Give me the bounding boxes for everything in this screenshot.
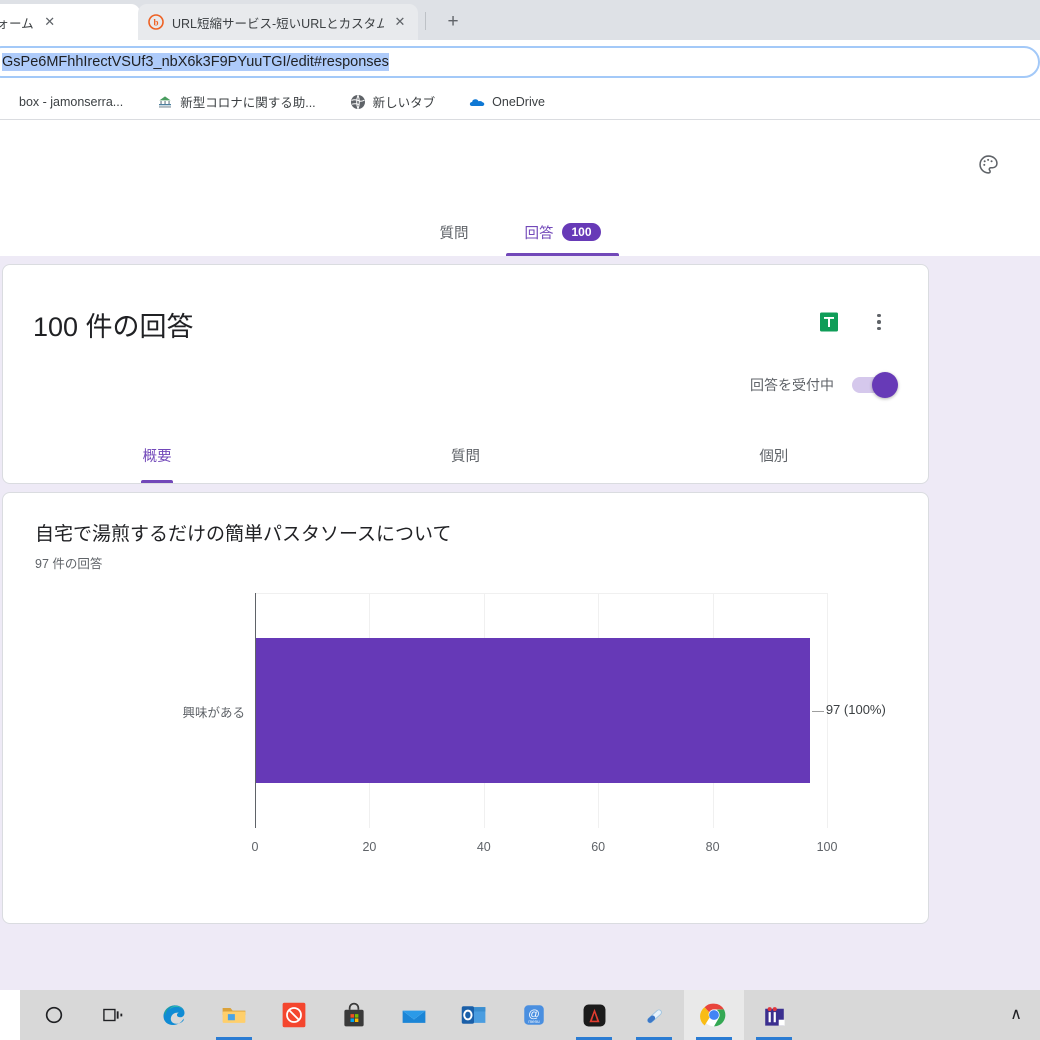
bookmark-inbox[interactable]: box - jamonserra... — [0, 91, 131, 113]
globe-icon — [350, 94, 366, 110]
taskbar-dark-a-app-icon[interactable] — [564, 990, 624, 1040]
responses-subtabs: 概要 質問 個別 — [3, 427, 928, 483]
browser-tab-title: oogle フォーム — [0, 16, 34, 31]
subtab-summary[interactable]: 概要 — [3, 427, 311, 483]
windows-taskbar: @ menu ∧ — [0, 990, 1040, 1040]
accepting-responses-label: 回答を受付中 — [750, 377, 834, 393]
address-bar[interactable]: GsPe6MFhhIrectVSUf3_nbX6k3F9PYuuTGI/edit… — [0, 46, 1040, 78]
taskbar-file-explorer-icon[interactable] — [204, 990, 264, 1040]
bookmark-onedrive[interactable]: OneDrive — [461, 91, 553, 113]
question-title: 自宅で湯煎するだけの簡単パスタソースについて — [35, 524, 452, 545]
new-tab-button[interactable]: + — [440, 9, 466, 35]
forms-main-tabs: 質問 回答 100 — [0, 208, 1040, 256]
subtab-label: 質問 — [450, 448, 480, 465]
question-summary-card: 自宅で湯煎するだけの簡単パスタソースについて 97 件の回答 97 (100%)… — [2, 492, 929, 924]
kebab-dot — [877, 326, 881, 331]
page-title: 100 件の回答 — [33, 312, 194, 342]
browser-tab-url-shortener[interactable]: b URL短縮サービス-短いURLとカスタム( ✕ — [138, 4, 418, 40]
forms-header-actions — [968, 144, 1040, 184]
tab-label: 質問 — [439, 225, 469, 242]
chart-label-leader — [811, 710, 824, 712]
bitly-icon: b — [148, 14, 164, 30]
accepting-responses-row: 回答を受付中 — [750, 372, 898, 398]
google-forms-page: 質問 回答 100 100 件の回答 回答を受付中 概要 質問 個別 自宅で湯煎… — [0, 120, 1040, 990]
chart-category-label: 興味がある — [182, 705, 245, 720]
chart-data-label: 97 (100%) — [825, 701, 886, 717]
address-bar-value[interactable]: GsPe6MFhhIrectVSUf3_nbX6k3F9PYuuTGI/edit… — [2, 53, 389, 71]
accepting-responses-toggle[interactable] — [852, 372, 898, 398]
chart-bar[interactable] — [256, 637, 810, 784]
bookmarks-bar: box - jamonserra... 新型コロナに関する助... 新しいタブ … — [0, 84, 1040, 120]
question-response-count: 97 件の回答 — [35, 557, 103, 571]
kebab-dot — [877, 313, 881, 318]
chart-top-rule — [255, 593, 827, 594]
screen: oogle フォーム ✕ b URL短縮サービス-短いURLとカスタム( ✕ +… — [0, 0, 1040, 1040]
forms-header — [0, 120, 1040, 208]
browser-tab-title: URL短縮サービス-短いURLとカスタム( — [172, 16, 384, 31]
tab-label: 回答 — [524, 225, 554, 242]
chart-x-tick-label: 100 — [816, 840, 838, 854]
taskbar-red-app-icon[interactable] — [264, 990, 324, 1040]
bookmark-new-tab[interactable]: 新しいタブ — [342, 89, 444, 114]
chart-x-tick-label: 60 — [591, 840, 606, 854]
toggle-knob — [872, 372, 898, 398]
government-icon — [157, 94, 173, 110]
chart-x-tick-label: 40 — [476, 840, 491, 854]
tab-questions[interactable]: 質問 — [421, 208, 486, 256]
taskbar-purple-app-icon[interactable] — [744, 990, 804, 1040]
taskbar-pen-tool-icon[interactable] — [624, 990, 684, 1040]
taskbar-items: @ menu — [24, 990, 804, 1040]
taskbar-atmenu-icon[interactable]: @ menu — [504, 990, 564, 1040]
subtab-label: 個別 — [759, 448, 789, 465]
show-hidden-icons-chevron-up-icon[interactable]: ∧ — [1010, 1004, 1022, 1024]
cloud-icon — [469, 94, 485, 110]
bar-chart: 97 (100%) 興味がある 0 20 40 60 80 100 — [3, 583, 930, 903]
palette-icon[interactable] — [968, 144, 1008, 184]
chart-x-tick-label: 20 — [362, 840, 377, 854]
sheets-icon[interactable] — [812, 305, 846, 339]
close-icon[interactable]: ✕ — [42, 14, 58, 30]
taskbar-edge-icon[interactable] — [144, 990, 204, 1040]
close-icon[interactable]: ✕ — [392, 14, 408, 30]
preview-eye-icon[interactable] — [1026, 144, 1040, 184]
browser-toolbar: GsPe6MFhhIrectVSUf3_nbX6k3F9PYuuTGI/edit… — [0, 40, 1040, 84]
chart-x-tick-label: 0 — [251, 840, 259, 854]
bookmark-label: box - jamonserra... — [19, 94, 124, 109]
browser-tab-strip: oogle フォーム ✕ b URL短縮サービス-短いURLとカスタム( ✕ + — [0, 0, 1040, 40]
tab-separator — [425, 12, 426, 30]
taskbar-search-icon[interactable] — [24, 990, 84, 1040]
taskbar-mail-icon[interactable] — [384, 990, 444, 1040]
svg-text:b: b — [153, 18, 158, 28]
svg-text:menu: menu — [528, 1019, 540, 1024]
responses-summary-card: 100 件の回答 回答を受付中 概要 質問 個別 — [2, 264, 929, 484]
chart-x-tick-label: 80 — [705, 840, 720, 854]
inbox-icon — [0, 94, 12, 110]
subtab-individual[interactable]: 個別 — [620, 427, 928, 483]
taskbar-microsoft-store-icon[interactable] — [324, 990, 384, 1040]
bookmark-label: 新型コロナに関する助... — [180, 96, 316, 110]
response-count-badge: 100 — [562, 223, 601, 241]
taskbar-chrome-icon[interactable] — [684, 990, 744, 1040]
browser-tab-google-forms[interactable]: oogle フォーム ✕ — [0, 4, 140, 40]
kebab-dot — [877, 320, 881, 324]
subtab-question[interactable]: 質問 — [311, 427, 619, 483]
taskbar-left-edge — [0, 990, 20, 1040]
taskbar-outlook-icon[interactable] — [444, 990, 504, 1040]
taskbar-task-view-icon[interactable] — [84, 990, 144, 1040]
subtab-label: 概要 — [142, 448, 172, 465]
bookmark-label: OneDrive — [492, 94, 545, 109]
tab-responses[interactable]: 回答 100 — [506, 208, 619, 256]
more-options-button[interactable] — [862, 305, 896, 339]
bookmark-label: 新しいタブ — [372, 96, 436, 110]
bookmark-covid[interactable]: 新型コロナに関する助... — [149, 89, 323, 114]
